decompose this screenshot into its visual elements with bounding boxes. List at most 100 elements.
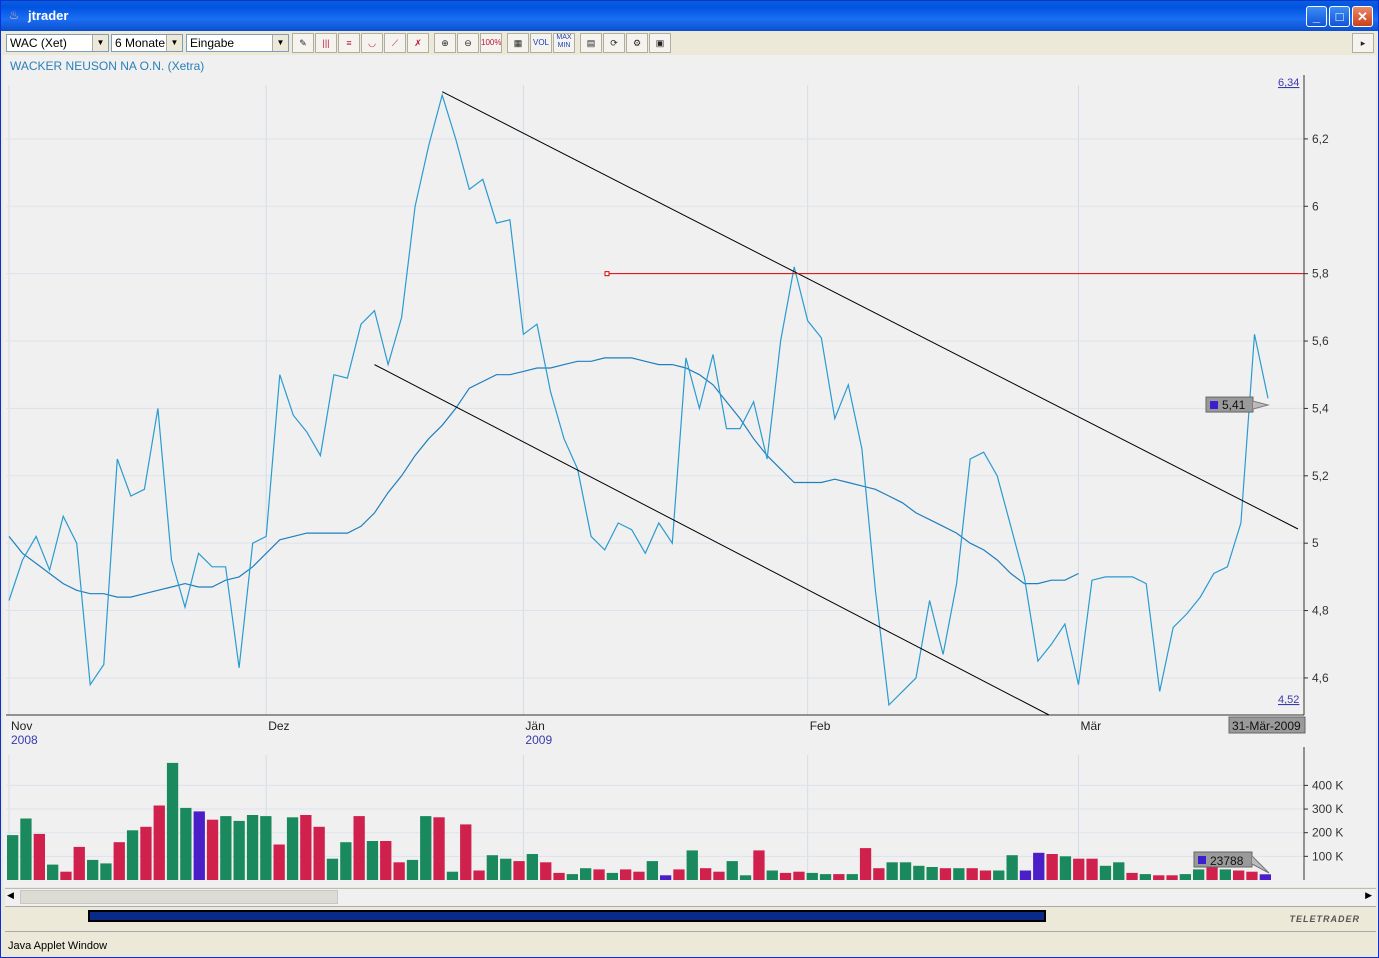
scroll-thumb[interactable]	[20, 890, 338, 904]
volume-bar	[899, 862, 912, 880]
volume-bar	[926, 867, 938, 880]
volume-bar	[993, 870, 1005, 880]
volume-bar	[660, 875, 672, 880]
arc-icon[interactable]: ◡	[361, 33, 383, 53]
volume-bar	[566, 874, 578, 880]
scroll-right-icon[interactable]: ▶	[1365, 890, 1372, 901]
volume-bar	[193, 811, 205, 880]
volume-bar	[380, 841, 392, 880]
volume-bar	[246, 815, 259, 880]
volume-bar	[766, 870, 778, 880]
period-select[interactable]: 6 Monate ▼	[111, 34, 183, 52]
refresh-icon[interactable]: ⟳	[603, 33, 625, 53]
chart-area[interactable]: WACKER NEUSON NA O.N. (Xetra) Nov 2008 Dez…	[3, 55, 1376, 887]
volume-bar	[406, 859, 419, 880]
window-icon[interactable]: ▣	[649, 33, 671, 53]
y-tick-label: 4,8	[1312, 604, 1329, 618]
pen-icon[interactable]: ✎	[292, 33, 314, 53]
window-title: jtrader	[28, 8, 69, 23]
range-slider[interactable]	[88, 910, 1046, 922]
volume-bar	[646, 861, 658, 880]
volume-bar	[1126, 872, 1138, 880]
volume-bar	[1073, 858, 1085, 880]
close-button[interactable]: ✕	[1352, 6, 1373, 27]
volume-bar	[726, 861, 738, 880]
volume-bar	[446, 871, 459, 880]
title-bar[interactable]: ♨ jtrader _ □ ✕	[1, 1, 1378, 31]
volume-bar	[286, 817, 299, 880]
horizontal-scrollbar[interactable]: ◀ ▶	[5, 888, 1376, 906]
status-bar: Java Applet Window	[5, 931, 1376, 956]
volume-bar	[606, 872, 618, 880]
chevron-down-icon[interactable]: ▼	[272, 35, 288, 51]
zoom-out-icon[interactable]: ⊖	[457, 33, 479, 53]
volume-bar	[353, 816, 365, 880]
volume-bar	[180, 807, 192, 880]
volume-bar	[713, 871, 725, 880]
volume-bar	[1219, 869, 1231, 880]
volume-bar	[633, 871, 645, 880]
x-tick-year: 2009	[525, 733, 552, 747]
mode-select[interactable]: Eingabe ▼	[186, 34, 289, 52]
time-range-bar: TELETRADER	[5, 906, 1376, 929]
y-tick-label: 6,2	[1312, 132, 1329, 146]
volume-bar	[1259, 874, 1271, 880]
scroll-left-icon[interactable]: ◀	[7, 890, 14, 901]
volume-bar	[979, 870, 992, 880]
vertical-lines-icon[interactable]: |||	[315, 33, 337, 53]
volume-bar	[846, 874, 858, 880]
teletrader-logo: TELETRADER	[1289, 914, 1360, 924]
volume-bar	[7, 835, 19, 880]
volume-bar	[486, 855, 498, 880]
zoom-100-button[interactable]: 100%	[480, 33, 502, 53]
volume-bar	[1179, 874, 1191, 880]
eraser-icon[interactable]: ✗	[407, 33, 429, 53]
volume-bar	[966, 868, 978, 880]
volume-bar	[540, 862, 552, 880]
chart-svg[interactable]: Nov2008 Dez Jän2009 Feb Mär 4,6 4,8 5 5,2 5,4 5,6 5…	[3, 55, 1376, 887]
y-tick-label: 5,2	[1312, 469, 1329, 483]
volume-bar	[73, 846, 85, 880]
symbol-select[interactable]: WAC (Xet) ▼	[6, 34, 109, 52]
volume-button[interactable]: VOL	[530, 33, 552, 53]
volume-bar	[140, 826, 152, 880]
trendline-icon[interactable]: ⟋	[384, 33, 406, 53]
volume-bar	[20, 818, 32, 880]
volume-bar	[873, 868, 885, 880]
maxmin-button[interactable]: MAX MIN	[553, 33, 575, 53]
x-tick-label: Nov	[11, 719, 32, 733]
resistance-handle	[604, 271, 610, 277]
chevron-down-icon[interactable]: ▼	[92, 35, 108, 51]
last-price-label: 5,41	[1222, 398, 1246, 412]
volume-bar	[779, 872, 792, 880]
volume-bar	[206, 819, 219, 880]
grid-icon[interactable]: ▦	[507, 33, 529, 53]
volume-bar	[553, 872, 565, 880]
volume-bar	[859, 848, 872, 880]
maximize-button[interactable]: □	[1329, 6, 1350, 27]
volume-bar	[420, 816, 432, 880]
volume-bar	[1193, 869, 1205, 880]
minimize-button[interactable]: _	[1306, 6, 1327, 27]
volume-bar	[939, 868, 952, 880]
chevron-down-icon[interactable]: ▼	[166, 35, 182, 51]
y-tick-label: 6	[1312, 199, 1319, 213]
horizontal-lines-icon[interactable]: ≡	[338, 33, 360, 53]
volume-bar	[1246, 871, 1258, 880]
volume-bar	[1099, 865, 1112, 880]
volume-bar	[513, 861, 525, 880]
panel-toggle-icon[interactable]: ▸	[1352, 33, 1374, 53]
comment-icon[interactable]: ▤	[580, 33, 602, 53]
settings-icon[interactable]: ⚙	[626, 33, 648, 53]
volume-bar	[913, 865, 925, 880]
zoom-in-icon[interactable]: ⊕	[434, 33, 456, 53]
y-tick-label: 5,8	[1312, 267, 1329, 281]
volume-bar	[87, 859, 99, 880]
volume-bar	[686, 850, 698, 880]
volume-bar	[1139, 874, 1151, 880]
volume-tick-label: 100 K	[1312, 849, 1343, 863]
volume-bar	[126, 830, 139, 880]
volume-bar	[1046, 854, 1058, 880]
volume-bar	[1019, 870, 1032, 880]
volume-tick-label: 200 K	[1312, 826, 1343, 840]
